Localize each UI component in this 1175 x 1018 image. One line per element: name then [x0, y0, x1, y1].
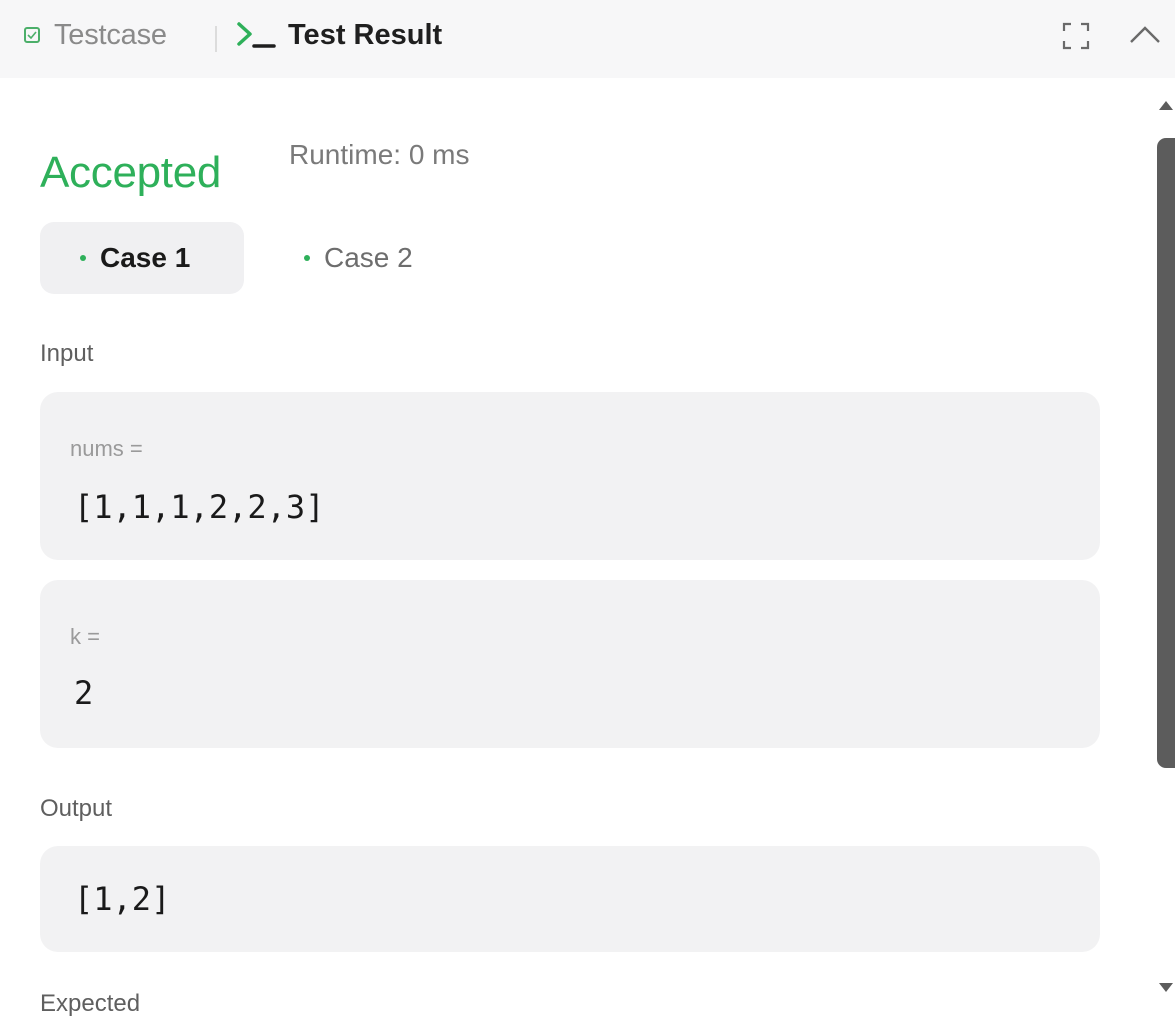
scroll-down-arrow-icon[interactable] [1157, 980, 1175, 996]
output-value[interactable]: [1,2] [74, 880, 170, 918]
tab-testcase-label: Testcase [54, 18, 167, 51]
case-tab-2[interactable]: Case 2 [286, 222, 466, 294]
terminal-icon [237, 22, 276, 48]
scrollbar-thumb[interactable] [1157, 138, 1175, 768]
expand-icon[interactable] [1062, 22, 1090, 50]
param-card-nums: nums = [1,1,1,2,2,3] [40, 392, 1100, 560]
tab-divider [215, 26, 217, 52]
param-card-k: k = 2 [40, 580, 1100, 748]
case-tab-label: Case 2 [324, 242, 413, 273]
case-tab-1[interactable]: Case 1 [40, 222, 244, 294]
input-heading: Input [40, 340, 94, 367]
tab-test-result[interactable]: Test Result [236, 17, 442, 53]
output-heading: Output [40, 795, 113, 822]
result-status: Accepted [40, 148, 222, 197]
panel-header: Testcase Test Result [0, 0, 1175, 78]
chevron-up-icon[interactable] [1128, 24, 1162, 46]
param-value[interactable]: [1,1,1,2,2,3] [74, 488, 324, 526]
output-card: [1,2] [40, 846, 1100, 952]
scroll-up-arrow-icon[interactable] [1157, 97, 1175, 113]
param-name: k = [70, 624, 100, 649]
runtime-label: Runtime: 0 ms [289, 139, 470, 170]
check-square-icon [24, 27, 40, 43]
case-pass-dot [80, 255, 86, 261]
case-tab-label: Case 1 [100, 242, 191, 273]
tab-testcase[interactable]: Testcase [24, 17, 167, 53]
expected-heading: Expected [40, 990, 141, 1017]
param-value[interactable]: 2 [74, 674, 93, 712]
param-name: nums = [70, 436, 143, 461]
case-pass-dot [304, 255, 310, 261]
tab-test-result-label: Test Result [288, 18, 443, 51]
